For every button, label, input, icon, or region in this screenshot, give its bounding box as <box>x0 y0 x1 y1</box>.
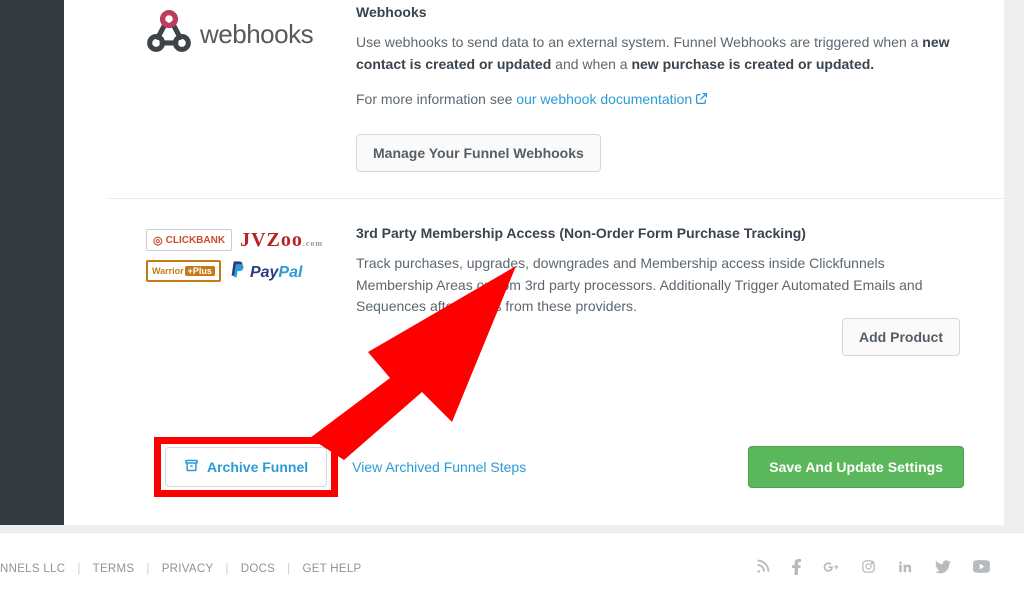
warriorplus-logo: Warrior+Plus <box>146 260 221 282</box>
external-link-icon <box>695 90 708 112</box>
webhooks-body: Webhooks Use webhooks to send data to an… <box>356 4 966 172</box>
footer-social <box>755 559 990 579</box>
save-settings-button[interactable]: Save And Update Settings <box>748 446 964 488</box>
twitter-icon[interactable] <box>935 560 951 578</box>
footer-links: NNELS LLC | TERMS | PRIVACY | DOCS | GET… <box>0 563 362 575</box>
third-party-desc: Track purchases, upgrades, downgrades an… <box>356 253 956 318</box>
page-footer: NNELS LLC | TERMS | PRIVACY | DOCS | GET… <box>0 532 1024 604</box>
webhook-doc-link[interactable]: our webhook documentation <box>516 91 708 107</box>
jvzoo-logo: JVZoo.com <box>240 229 323 252</box>
webhooks-icon <box>146 8 192 61</box>
paypal-logo: PayPal <box>229 260 302 285</box>
archive-highlight-box: Archive Funnel <box>154 437 338 497</box>
archive-funnel-button[interactable]: Archive Funnel <box>165 447 327 487</box>
webhooks-logo: webhooks <box>146 8 356 61</box>
footer-help[interactable]: GET HELP <box>302 563 361 575</box>
view-archived-link[interactable]: View Archived Funnel Steps <box>352 459 526 475</box>
footer-company[interactable]: NNELS LLC <box>0 563 65 575</box>
rss-icon[interactable] <box>755 559 770 578</box>
settings-panel: webhooks Webhooks Use webhooks to send d… <box>108 0 1004 525</box>
footer-terms[interactable]: TERMS <box>93 563 135 575</box>
linkedin-icon[interactable] <box>898 559 913 578</box>
left-sidebar <box>0 0 64 525</box>
third-party-logo-col: CLICKBANK JVZoo.com Warrior+Plus PayPal <box>146 225 356 332</box>
webhooks-desc-1: Use webhooks to send data to an external… <box>356 32 956 75</box>
third-party-logos: CLICKBANK JVZoo.com Warrior+Plus PayPal <box>146 229 326 285</box>
webhooks-logo-col: webhooks <box>146 4 356 172</box>
third-party-heading: 3rd Party Membership Access (Non-Order F… <box>356 225 956 241</box>
panel-gutter <box>64 0 108 525</box>
instagram-icon[interactable] <box>861 559 876 578</box>
add-product-button[interactable]: Add Product <box>842 318 960 356</box>
clickbank-logo: CLICKBANK <box>146 229 232 251</box>
webhooks-desc-2: For more information see our webhook doc… <box>356 89 956 112</box>
footer-docs[interactable]: DOCS <box>241 563 275 575</box>
webhooks-heading: Webhooks <box>356 4 956 20</box>
third-party-body: 3rd Party Membership Access (Non-Order F… <box>356 225 966 332</box>
paypal-icon <box>229 260 247 285</box>
footer-privacy[interactable]: PRIVACY <box>162 563 214 575</box>
facebook-icon[interactable] <box>792 559 801 579</box>
manage-webhooks-button[interactable]: Manage Your Funnel Webhooks <box>356 134 601 172</box>
section-webhooks: webhooks Webhooks Use webhooks to send d… <box>108 0 1004 198</box>
webhooks-logo-text: webhooks <box>200 19 313 50</box>
app-viewport: webhooks Webhooks Use webhooks to send d… <box>0 0 1024 604</box>
archive-icon <box>184 458 199 476</box>
google-plus-icon[interactable] <box>823 559 839 579</box>
youtube-icon[interactable] <box>973 560 990 577</box>
bottom-action-bar: Archive Funnel View Archived Funnel Step… <box>108 437 1004 497</box>
